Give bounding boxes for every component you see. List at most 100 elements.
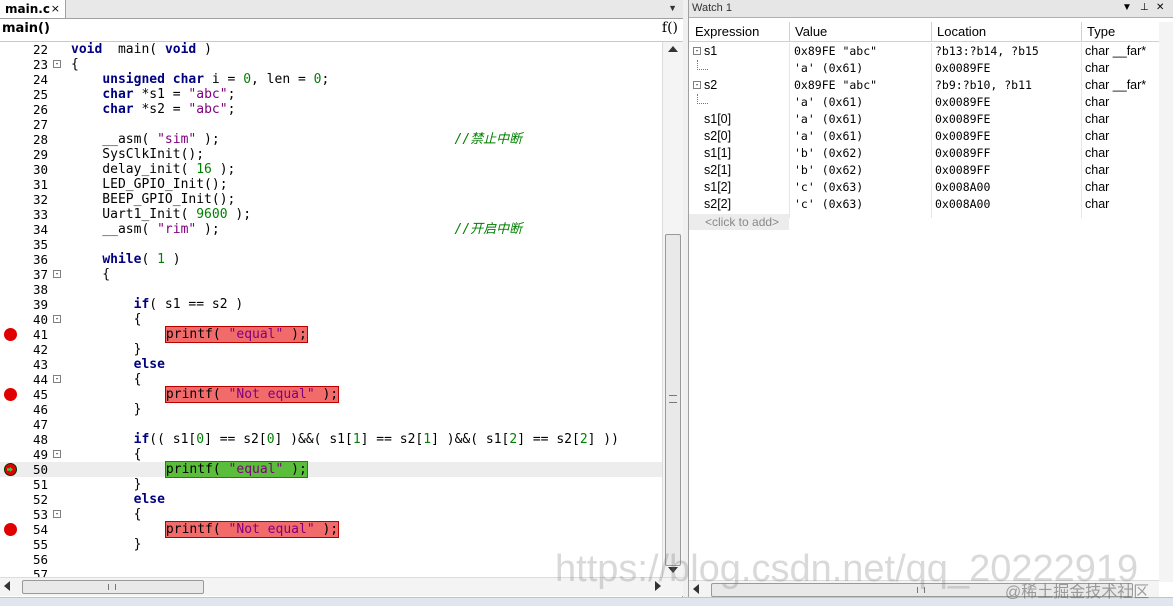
watch-value: 'a' (0x61) bbox=[794, 95, 864, 109]
code-line[interactable]: 30 delay_init( 16 ); bbox=[0, 162, 662, 177]
column-divider[interactable] bbox=[931, 22, 932, 41]
code-line[interactable]: 38 bbox=[0, 282, 662, 297]
code-line[interactable]: 53- { bbox=[0, 507, 662, 522]
code-token: ); bbox=[283, 462, 307, 477]
scroll-left-icon[interactable] bbox=[4, 581, 10, 591]
code-line[interactable]: 31 LED_GPIO_Init(); bbox=[0, 177, 662, 192]
breakpoint-icon[interactable] bbox=[4, 523, 17, 536]
column-divider[interactable] bbox=[1081, 22, 1082, 41]
watch-row[interactable]: - s2 0x89FE "abc" ?b9:?b10, ?b11 char __far* bbox=[689, 77, 1159, 94]
watch-row[interactable]: s1[0] 'a' (0x61) 0x0089FE char bbox=[689, 111, 1159, 128]
code-line[interactable]: 33 Uart1_Init( 9600 ); bbox=[0, 207, 662, 222]
code-line[interactable]: 23- { bbox=[0, 57, 662, 72]
code-text: SysClkInit(); bbox=[71, 147, 204, 162]
number-literal: 16 bbox=[196, 162, 212, 177]
code-line[interactable]: 26 char *s2 = "abc"; bbox=[0, 102, 662, 117]
code-line[interactable]: 40- { bbox=[0, 312, 662, 327]
column-location[interactable]: Location bbox=[937, 24, 986, 39]
code-area[interactable]: 22 void main( void ) 23-{24 unsigned char … bbox=[0, 42, 662, 577]
collapse-icon[interactable]: - bbox=[53, 510, 61, 518]
code-line[interactable]: 44- { bbox=[0, 372, 662, 387]
code-line[interactable]: 34 __asm( "rim" ); //开启中断 bbox=[0, 222, 662, 237]
close-icon[interactable]: ✕ bbox=[1156, 2, 1164, 13]
watch-row[interactable]: 'a' (0x61) 0x0089FE char bbox=[689, 94, 1159, 111]
code-line[interactable]: 25 char *s1 = "abc"; bbox=[0, 87, 662, 102]
line-number: 48 bbox=[32, 432, 48, 447]
line-number: 27 bbox=[32, 117, 48, 132]
dropdown-icon[interactable]: ▼ bbox=[1122, 2, 1132, 13]
watch-row[interactable]: - s1 0x89FE "abc" ?b13:?b14, ?b15 char __far… bbox=[689, 43, 1159, 60]
code-line[interactable]: 49- { bbox=[0, 447, 662, 462]
function-selector[interactable]: main() bbox=[2, 21, 50, 36]
line-number: 29 bbox=[32, 147, 48, 162]
code-token: { bbox=[71, 507, 142, 522]
watch-value: 'a' (0x61) bbox=[794, 112, 864, 126]
code-line[interactable]: 37- { bbox=[0, 267, 662, 282]
chevron-down-icon[interactable]: ▼ bbox=[668, 3, 677, 13]
code-line[interactable]: 27 bbox=[0, 117, 662, 132]
code-line[interactable]: 50 printf( "equal" ); bbox=[0, 461, 662, 478]
watch-type: char __far* bbox=[1085, 78, 1147, 92]
code-line[interactable]: 41 printf( "equal" ); bbox=[0, 326, 662, 343]
watch-vertical-scrollbar[interactable] bbox=[1159, 22, 1173, 582]
collapse-icon[interactable]: - bbox=[693, 47, 701, 55]
click-to-add-row[interactable]: <click to add> bbox=[689, 214, 789, 230]
code-line[interactable]: 36 while( 1 ) bbox=[0, 252, 662, 267]
code-line[interactable]: 43 else bbox=[0, 357, 662, 372]
column-divider[interactable] bbox=[789, 22, 790, 41]
code-line[interactable]: 51 } bbox=[0, 477, 662, 492]
column-value[interactable]: Value bbox=[795, 24, 827, 39]
current-line-breakpoint-icon[interactable] bbox=[4, 463, 17, 476]
watch-row[interactable]: s2[2] 'c' (0x63) 0x008A00 char bbox=[689, 196, 1159, 213]
code-line[interactable]: 22 void main( void ) bbox=[0, 42, 662, 57]
code-line[interactable]: 52 else bbox=[0, 492, 662, 507]
code-line[interactable]: 54 printf( "Not equal" ); bbox=[0, 521, 662, 538]
watch-row[interactable]: s1[2] 'c' (0x63) 0x008A00 char bbox=[689, 179, 1159, 196]
tree-connector bbox=[697, 60, 708, 70]
code-line[interactable]: 42 } bbox=[0, 342, 662, 357]
close-icon[interactable]: × bbox=[51, 0, 60, 18]
breakpoint-icon[interactable] bbox=[4, 328, 17, 341]
code-line[interactable]: 39 if( s1 == s2 ) bbox=[0, 297, 662, 312]
code-token: __asm( bbox=[71, 222, 158, 237]
code-line[interactable]: 45 printf( "Not equal" ); bbox=[0, 386, 662, 403]
collapse-icon[interactable]: - bbox=[53, 375, 61, 383]
collapse-icon[interactable]: - bbox=[53, 450, 61, 458]
code-line[interactable]: 48 if(( s1[0] == s2[0] )&&( s1[1] == s2[… bbox=[0, 432, 662, 447]
code-token: ; bbox=[227, 102, 236, 117]
code-line[interactable]: 29 SysClkInit(); bbox=[0, 147, 662, 162]
watch-row[interactable]: s2[1] 'b' (0x62) 0x0089FF char bbox=[689, 162, 1159, 179]
editor-pane: main.c × ▼ main() f() 22 void main( void … bbox=[0, 0, 683, 605]
column-type[interactable]: Type bbox=[1087, 24, 1115, 39]
code-line[interactable]: 46 } bbox=[0, 402, 662, 417]
number-literal: 0 bbox=[266, 432, 275, 447]
scroll-up-icon[interactable] bbox=[668, 46, 678, 52]
code-line[interactable]: 32 BEEP_GPIO_Init(); bbox=[0, 192, 662, 207]
code-token: } bbox=[71, 537, 142, 552]
code-text: { bbox=[71, 267, 110, 282]
collapse-icon[interactable]: - bbox=[53, 60, 61, 68]
scroll-thumb[interactable] bbox=[665, 234, 681, 566]
collapse-icon[interactable]: - bbox=[53, 315, 61, 323]
watch-row[interactable]: s1[1] 'b' (0x62) 0x0089FF char bbox=[689, 145, 1159, 162]
code-line[interactable]: 24 unsigned char i = 0, len = 0; bbox=[0, 72, 662, 87]
code-line[interactable]: 47 bbox=[0, 417, 662, 432]
code-line[interactable]: 28 __asm( "sim" ); //禁止中断 bbox=[0, 132, 662, 147]
watch-row[interactable]: 'a' (0x61) 0x0089FE char bbox=[689, 60, 1159, 77]
collapse-icon[interactable]: - bbox=[693, 81, 701, 89]
pin-icon[interactable]: ⊥ bbox=[1140, 2, 1149, 13]
code-token: printf( bbox=[165, 327, 229, 342]
watch-location: 0x0089FE bbox=[935, 112, 991, 126]
collapse-icon[interactable]: - bbox=[53, 270, 61, 278]
breakpoint-icon[interactable] bbox=[4, 388, 17, 401]
editor-vertical-scrollbar[interactable] bbox=[662, 42, 683, 577]
watch-row[interactable]: s2[0] 'a' (0x61) 0x0089FE char bbox=[689, 128, 1159, 145]
line-number: 37 bbox=[32, 267, 48, 282]
function-icon[interactable]: f() bbox=[662, 20, 678, 36]
code-line[interactable]: 35 bbox=[0, 237, 662, 252]
column-expression[interactable]: Expression bbox=[695, 24, 759, 39]
code-token: *s2 = bbox=[133, 102, 189, 117]
scroll-thumb[interactable] bbox=[22, 580, 204, 594]
tab-main-c[interactable]: main.c × bbox=[0, 0, 66, 18]
